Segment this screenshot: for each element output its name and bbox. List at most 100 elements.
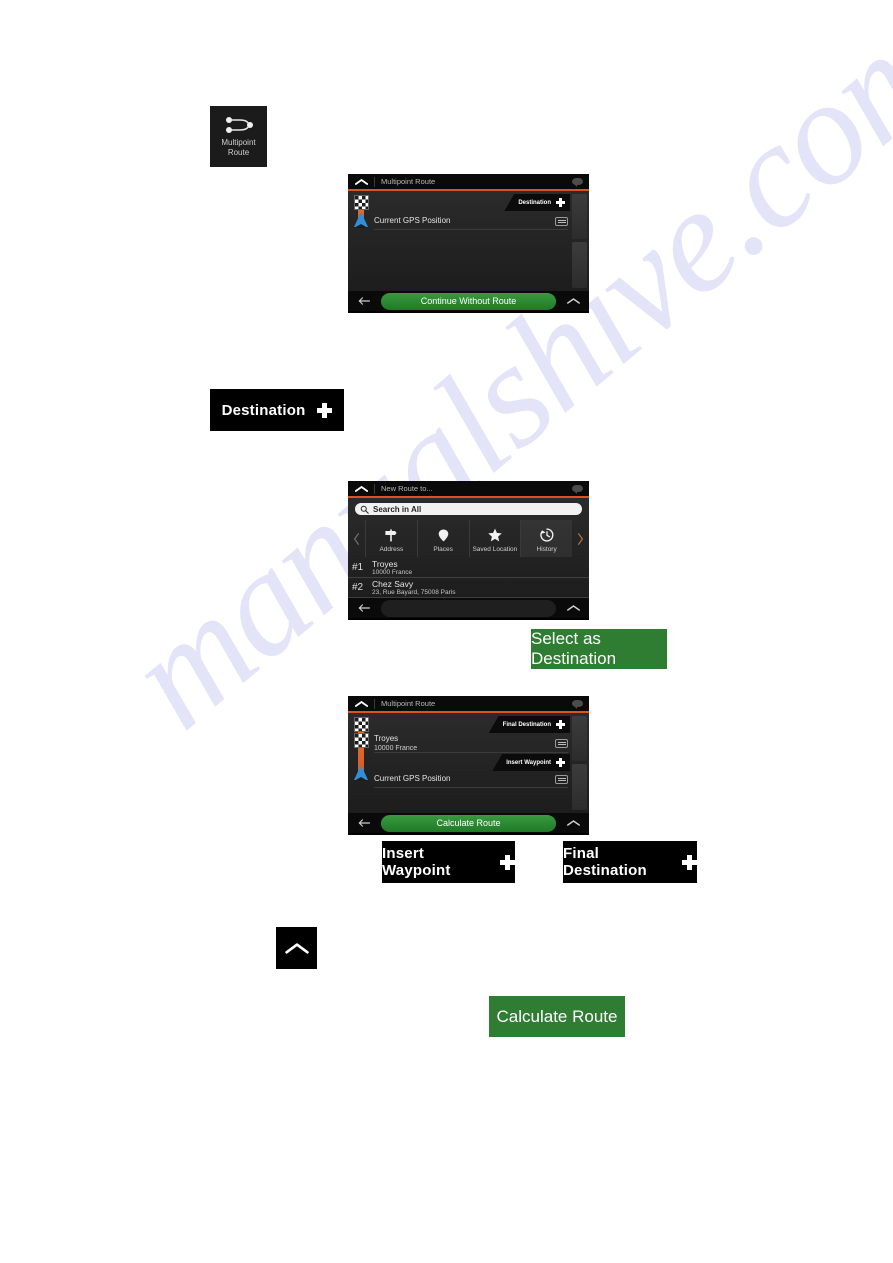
- list-item[interactable]: #2 Chez Savy 23, Rue Bayard, 75008 Paris: [348, 578, 589, 598]
- tab-address-label: Address: [379, 546, 404, 553]
- insert-waypoint-tab[interactable]: Insert Waypoint: [492, 754, 570, 771]
- list-menu-icon[interactable]: [555, 216, 568, 226]
- chevron-right-icon[interactable]: [572, 520, 589, 557]
- select-as-destination-button[interactable]: Select as Destination: [531, 629, 667, 669]
- current-gps-position-label: Current GPS Position: [374, 216, 451, 225]
- tab-address[interactable]: Address: [365, 520, 417, 557]
- history-clock-icon: [539, 526, 555, 544]
- destination-add-row[interactable]: Destination: [504, 194, 570, 211]
- device1-title: Multipoint Route: [374, 176, 565, 187]
- history-title: Chez Savy: [372, 578, 414, 589]
- insert-waypoint-button-label: Insert Waypoint: [382, 845, 451, 879]
- final-destination-tab[interactable]: Final Destination: [488, 716, 570, 733]
- device3-body: Final Destination Troyes 10000 France In…: [348, 713, 589, 813]
- history-subtitle: 10000 France: [372, 568, 413, 576]
- history-title: Troyes: [372, 558, 398, 569]
- insert-waypoint-add-row[interactable]: Insert Waypoint: [492, 754, 570, 771]
- category-tabs: Address Places Saved Location History: [348, 520, 589, 557]
- chevron-left-icon[interactable]: [348, 520, 365, 557]
- destination-tab[interactable]: Destination: [504, 194, 570, 211]
- screenshot-new-route-to: New Route to... Search in All Address Pl…: [348, 481, 589, 620]
- device2-footer-spacer: [381, 599, 556, 617]
- plus-icon: [556, 720, 565, 729]
- tab-history[interactable]: History: [520, 520, 572, 557]
- plus-icon: [556, 198, 565, 207]
- calculate-route-footer-button[interactable]: Calculate Route: [381, 814, 556, 832]
- history-list: #1 Troyes 10000 France #2 Chez Savy 23, …: [348, 558, 589, 598]
- plus-icon: [556, 758, 565, 767]
- list-menu-icon[interactable]: [555, 738, 568, 748]
- current-gps-position-row[interactable]: Current GPS Position: [374, 771, 568, 788]
- device1-header: Multipoint Route: [348, 174, 589, 191]
- chevron-up-icon[interactable]: [348, 700, 374, 708]
- up-arrow-button[interactable]: [276, 927, 317, 969]
- multipoint-route-button[interactable]: Multipoint Route: [210, 106, 267, 167]
- chevron-up-icon[interactable]: [557, 598, 589, 618]
- device1-body: Destination Current GPS Position: [348, 191, 589, 291]
- history-index: #1: [352, 562, 364, 573]
- destination-button[interactable]: Destination: [210, 389, 344, 431]
- device3-footer: Calculate Route: [348, 813, 589, 833]
- arrow-left-icon[interactable]: [348, 813, 380, 833]
- plus-icon: [500, 854, 515, 870]
- tab-saved-location-label: Saved Location: [472, 546, 518, 553]
- waypoint-flag-icon: [354, 733, 369, 748]
- current-gps-position-row[interactable]: Current GPS Position: [374, 213, 568, 230]
- continue-without-route-button[interactable]: Continue Without Route: [381, 292, 556, 310]
- list-item[interactable]: #1 Troyes 10000 France: [348, 558, 589, 578]
- destination-tab-label: Destination: [518, 199, 551, 206]
- tab-history-label: History: [536, 546, 557, 553]
- history-subtitle: 23, Rue Bayard, 75008 Paris: [372, 588, 456, 596]
- gps-arrow-icon: [354, 765, 368, 780]
- final-destination-button-label: Final Destination: [563, 845, 647, 879]
- search-input[interactable]: Search in All: [355, 503, 582, 515]
- final-destination-button[interactable]: Final Destination: [563, 841, 697, 883]
- final-destination-tab-label: Final Destination: [502, 721, 551, 728]
- multipoint-route-icon: [224, 115, 254, 135]
- screenshot-multipoint-route-empty: Multipoint Route Destination Current GPS…: [348, 174, 589, 313]
- speech-bubble-icon[interactable]: [565, 700, 589, 709]
- star-icon: [487, 526, 503, 544]
- history-index: #2: [352, 582, 364, 593]
- signpost-icon: [383, 526, 399, 544]
- device2-footer: [348, 598, 589, 618]
- device1-footer: Continue Without Route: [348, 291, 589, 311]
- destination-flag-icon: [354, 195, 369, 210]
- device1-scrollbar[interactable]: [572, 194, 587, 288]
- waypoint-title: Troyes: [374, 733, 399, 743]
- gps-arrow-icon: [354, 212, 368, 227]
- insert-waypoint-button[interactable]: Insert Waypoint: [382, 841, 515, 883]
- chevron-up-icon[interactable]: [557, 291, 589, 311]
- search-input-value: Search in All: [373, 504, 422, 514]
- device2-title: New Route to...: [374, 483, 565, 494]
- chevron-up-icon[interactable]: [557, 813, 589, 833]
- insert-waypoint-tab-label: Insert Waypoint: [506, 759, 551, 766]
- waypoint-row[interactable]: Troyes 10000 France: [374, 734, 568, 753]
- device3-title: Multipoint Route: [374, 698, 565, 709]
- chevron-up-icon[interactable]: [348, 178, 374, 186]
- plus-icon: [682, 854, 697, 870]
- calculate-route-button[interactable]: Calculate Route: [489, 996, 625, 1037]
- plus-icon: [317, 402, 333, 418]
- waypoint-subtitle: 10000 France: [374, 744, 418, 752]
- screenshot-multipoint-route-with-destination: Multipoint Route Final Destination Troye…: [348, 696, 589, 835]
- list-menu-icon[interactable]: [555, 774, 568, 784]
- search-icon: [360, 505, 369, 514]
- arrow-left-icon[interactable]: [348, 598, 380, 618]
- final-destination-add-row[interactable]: Final Destination: [488, 716, 570, 733]
- device3-scrollbar[interactable]: [572, 716, 587, 810]
- tab-saved-location[interactable]: Saved Location: [468, 520, 521, 557]
- multipoint-route-label-line1: Multipoint: [221, 138, 256, 147]
- speech-bubble-icon[interactable]: [565, 485, 589, 494]
- final-destination-flag-icon: [354, 717, 369, 732]
- chevron-up-icon[interactable]: [348, 485, 374, 493]
- current-gps-position-label: Current GPS Position: [374, 774, 451, 783]
- device3-header: Multipoint Route: [348, 696, 589, 713]
- tab-places[interactable]: Places: [416, 520, 469, 557]
- arrow-left-icon[interactable]: [348, 291, 380, 311]
- destination-button-label: Destination: [221, 401, 306, 419]
- multipoint-route-label-line2: Route: [227, 148, 250, 157]
- speech-bubble-icon[interactable]: [565, 178, 589, 187]
- device2-header: New Route to...: [348, 481, 589, 498]
- chevron-up-icon: [284, 941, 310, 955]
